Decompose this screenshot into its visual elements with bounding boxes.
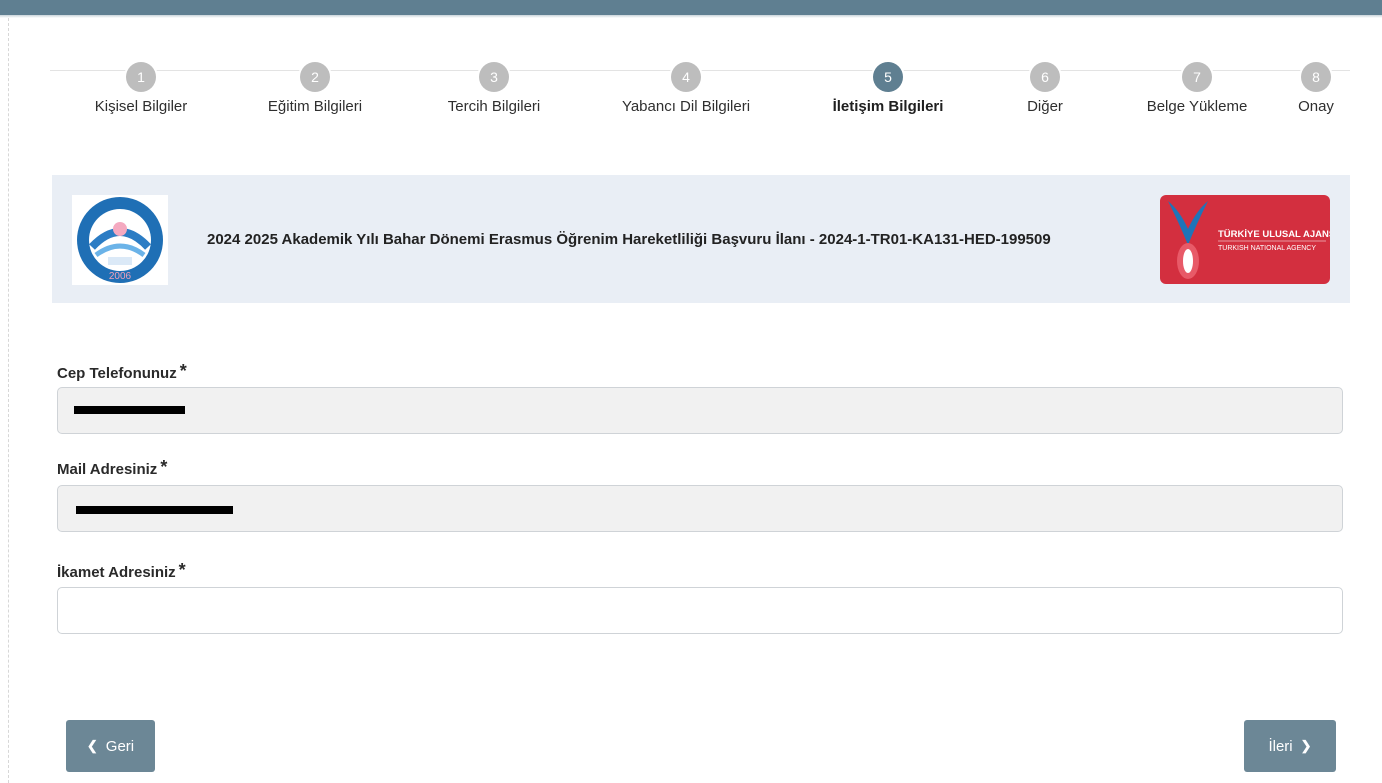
step-label: İletişim Bilgileri	[832, 98, 944, 115]
step-label: Tercih Bilgileri	[447, 98, 541, 115]
left-guide-line	[8, 18, 9, 783]
university-logo-year: 2006	[109, 271, 132, 282]
step-number: 2	[300, 62, 330, 92]
step-5[interactable]: 5 İletişim Bilgileri	[798, 62, 978, 115]
step-label: Onay	[1298, 98, 1334, 115]
next-button[interactable]: İleri ❯	[1244, 720, 1336, 772]
national-agency-logo: TÜRKİYE ULUSAL AJANSI TURKISH NATIONAL A…	[1160, 195, 1338, 284]
step-3[interactable]: 3 Tercih Bilgileri	[404, 62, 584, 115]
chevron-left-icon: ❮	[86, 738, 98, 753]
email-redaction	[76, 506, 233, 514]
top-bar	[0, 0, 1382, 15]
university-logo: 2006	[72, 195, 168, 285]
call-banner: 2006 2024 2025 Akademik Yılı Bahar Dönem…	[52, 175, 1350, 303]
next-button-label: İleri	[1268, 737, 1293, 755]
step-number: 4	[671, 62, 701, 92]
phone-input[interactable]	[57, 387, 1343, 434]
required-mark: *	[178, 560, 186, 580]
step-number: 6	[1030, 62, 1060, 92]
address-input[interactable]	[57, 587, 1343, 634]
address-label-text: İkamet Adresiniz	[57, 564, 176, 581]
step-label: Yabancı Dil Bilgileri	[621, 98, 751, 115]
step-number: 3	[479, 62, 509, 92]
step-label: Eğitim Bilgileri	[267, 98, 363, 115]
required-mark: *	[160, 457, 168, 477]
back-button[interactable]: ❮ Geri	[66, 720, 155, 772]
step-number: 7	[1182, 62, 1212, 92]
email-label: Mail Adresiniz *	[57, 457, 167, 482]
email-input[interactable]	[57, 485, 1343, 532]
phone-redaction	[74, 406, 185, 414]
step-number: 5	[873, 62, 903, 92]
step-label: Kişisel Bilgiler	[94, 98, 188, 115]
back-button-label: Geri	[105, 737, 135, 755]
agency-logo-text: TÜRKİYE ULUSAL AJANSI	[1218, 229, 1330, 240]
phone-label: Cep Telefonunuz *	[57, 361, 187, 386]
address-label: İkamet Adresiniz *	[57, 560, 186, 585]
email-label-text: Mail Adresiniz	[57, 461, 158, 478]
step-8[interactable]: 8 Onay	[1226, 62, 1382, 115]
step-1[interactable]: 1 Kişisel Bilgiler	[51, 62, 231, 115]
agency-logo-subtext: TURKISH NATIONAL AGENCY	[1218, 245, 1316, 252]
step-number: 8	[1301, 62, 1331, 92]
chevron-right-icon: ❯	[1300, 738, 1312, 753]
step-4[interactable]: 4 Yabancı Dil Bilgileri	[596, 62, 776, 115]
required-mark: *	[179, 361, 187, 381]
step-number: 1	[126, 62, 156, 92]
top-bar-shadow	[0, 15, 1382, 18]
call-title: 2024 2025 Akademik Yılı Bahar Dönemi Era…	[207, 231, 1051, 248]
phone-label-text: Cep Telefonunuz	[57, 365, 177, 382]
step-2[interactable]: 2 Eğitim Bilgileri	[225, 62, 405, 115]
